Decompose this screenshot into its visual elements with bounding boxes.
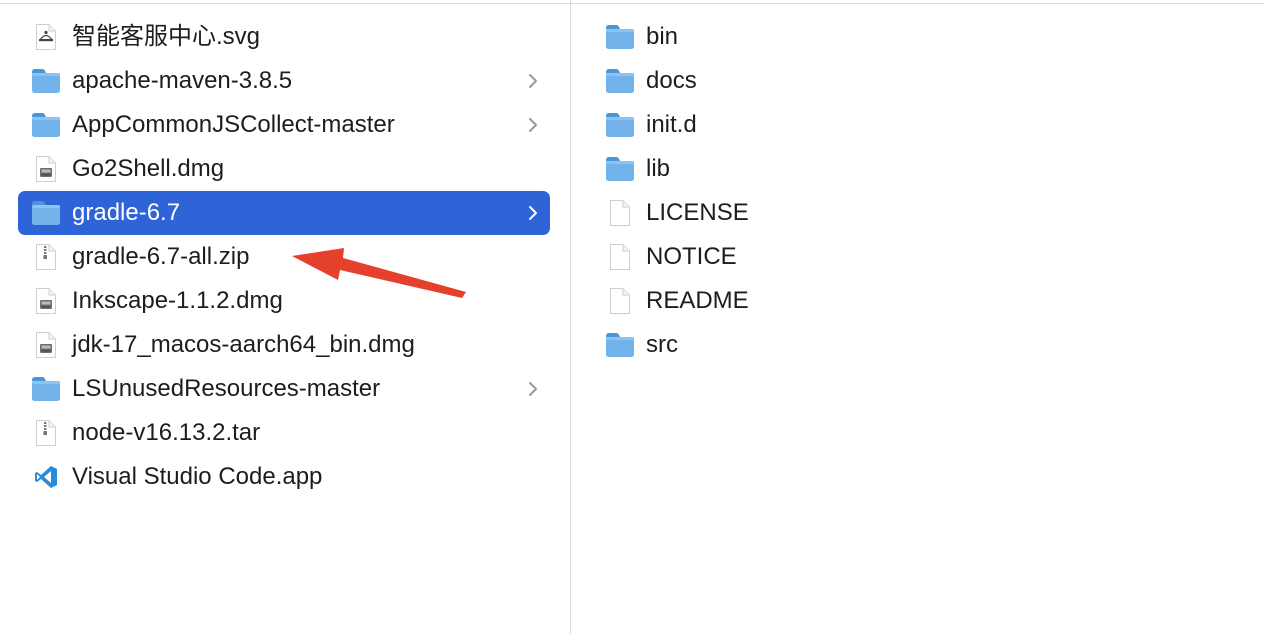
folder-item-init-d[interactable]: init.d <box>589 103 1149 147</box>
file-item-license[interactable]: LICENSE <box>589 191 1149 235</box>
folder-icon <box>31 66 61 96</box>
file-item-label: Inkscape-1.1.2.dmg <box>72 287 283 314</box>
folder-item-lib[interactable]: lib <box>589 147 1149 191</box>
file-item-label: jdk-17_macos-aarch64_bin.dmg <box>72 331 415 358</box>
folder-icon <box>605 110 635 140</box>
file-item-label: Go2Shell.dmg <box>72 155 225 182</box>
file-item-jdk[interactable]: jdk-17_macos-aarch64_bin.dmg <box>18 323 550 367</box>
chevron-right-icon <box>529 74 537 88</box>
file-item-label: 智能客服中心.svg <box>72 23 261 50</box>
disk-image-icon <box>31 330 61 360</box>
folder-item-label: src <box>646 331 678 358</box>
document-icon <box>605 198 635 228</box>
folder-icon <box>31 110 61 140</box>
folder-item-apache-maven[interactable]: apache-maven-3.8.5 <box>18 59 550 103</box>
chevron-right-icon <box>529 382 537 396</box>
folder-icon <box>605 22 635 52</box>
folder-item-lsunusedresources[interactable]: LSUnusedResources-master <box>18 367 550 411</box>
chevron-right-icon <box>529 118 537 132</box>
disk-image-icon <box>31 286 61 316</box>
file-item-vscode-app[interactable]: Visual Studio Code.app <box>18 455 550 499</box>
folder-item-docs[interactable]: docs <box>589 59 1149 103</box>
finder-column-gradle-contents[interactable]: bin docs init.d lib LICENSE NOTICE READM… <box>571 4 1264 634</box>
folder-item-label: AppCommonJSCollect-master <box>72 111 395 138</box>
document-icon <box>605 242 635 272</box>
file-item-notice[interactable]: NOTICE <box>589 235 1149 279</box>
file-item-label: README <box>646 287 749 314</box>
folder-icon <box>31 198 61 228</box>
folder-item-label: bin <box>646 23 679 50</box>
document-icon <box>605 286 635 316</box>
folder-item-label: lib <box>646 155 671 182</box>
folder-item-label: docs <box>646 67 697 94</box>
vscode-app-icon <box>31 462 61 492</box>
folder-item-appcommonjscollect[interactable]: AppCommonJSCollect-master <box>18 103 550 147</box>
folder-item-src[interactable]: src <box>589 323 1149 367</box>
file-item-gradle-zip[interactable]: gradle-6.7-all.zip <box>18 235 550 279</box>
file-item-readme[interactable]: README <box>589 279 1149 323</box>
folder-item-label: gradle-6.7 <box>72 199 181 226</box>
folder-icon <box>605 330 635 360</box>
folder-item-label: init.d <box>646 111 697 138</box>
svg-file-icon <box>31 22 61 52</box>
chevron-right-icon <box>529 206 537 220</box>
file-item-label: node-v16.13.2.tar <box>72 419 261 446</box>
zip-file-icon <box>31 242 61 272</box>
file-item-svg[interactable]: 智能客服中心.svg <box>18 15 550 59</box>
file-item-label: gradle-6.7-all.zip <box>72 243 250 270</box>
folder-icon <box>605 154 635 184</box>
folder-icon <box>31 374 61 404</box>
zip-file-icon <box>31 418 61 448</box>
folder-item-label: apache-maven-3.8.5 <box>72 67 293 94</box>
file-item-go2shell[interactable]: Go2Shell.dmg <box>18 147 550 191</box>
folder-item-label: LSUnusedResources-master <box>72 375 381 402</box>
folder-item-bin[interactable]: bin <box>589 15 1149 59</box>
disk-image-icon <box>31 154 61 184</box>
finder-column-parent[interactable]: 智能客服中心.svg apache-maven-3.8.5 AppCommonJ… <box>0 4 570 634</box>
folder-item-gradle-selected[interactable]: gradle-6.7 <box>18 191 550 235</box>
file-item-node-tar[interactable]: node-v16.13.2.tar <box>18 411 550 455</box>
file-item-label: NOTICE <box>646 243 737 270</box>
file-item-label: Visual Studio Code.app <box>72 463 323 490</box>
file-item-inkscape[interactable]: Inkscape-1.1.2.dmg <box>18 279 550 323</box>
file-item-label: LICENSE <box>646 199 749 226</box>
folder-icon <box>605 66 635 96</box>
